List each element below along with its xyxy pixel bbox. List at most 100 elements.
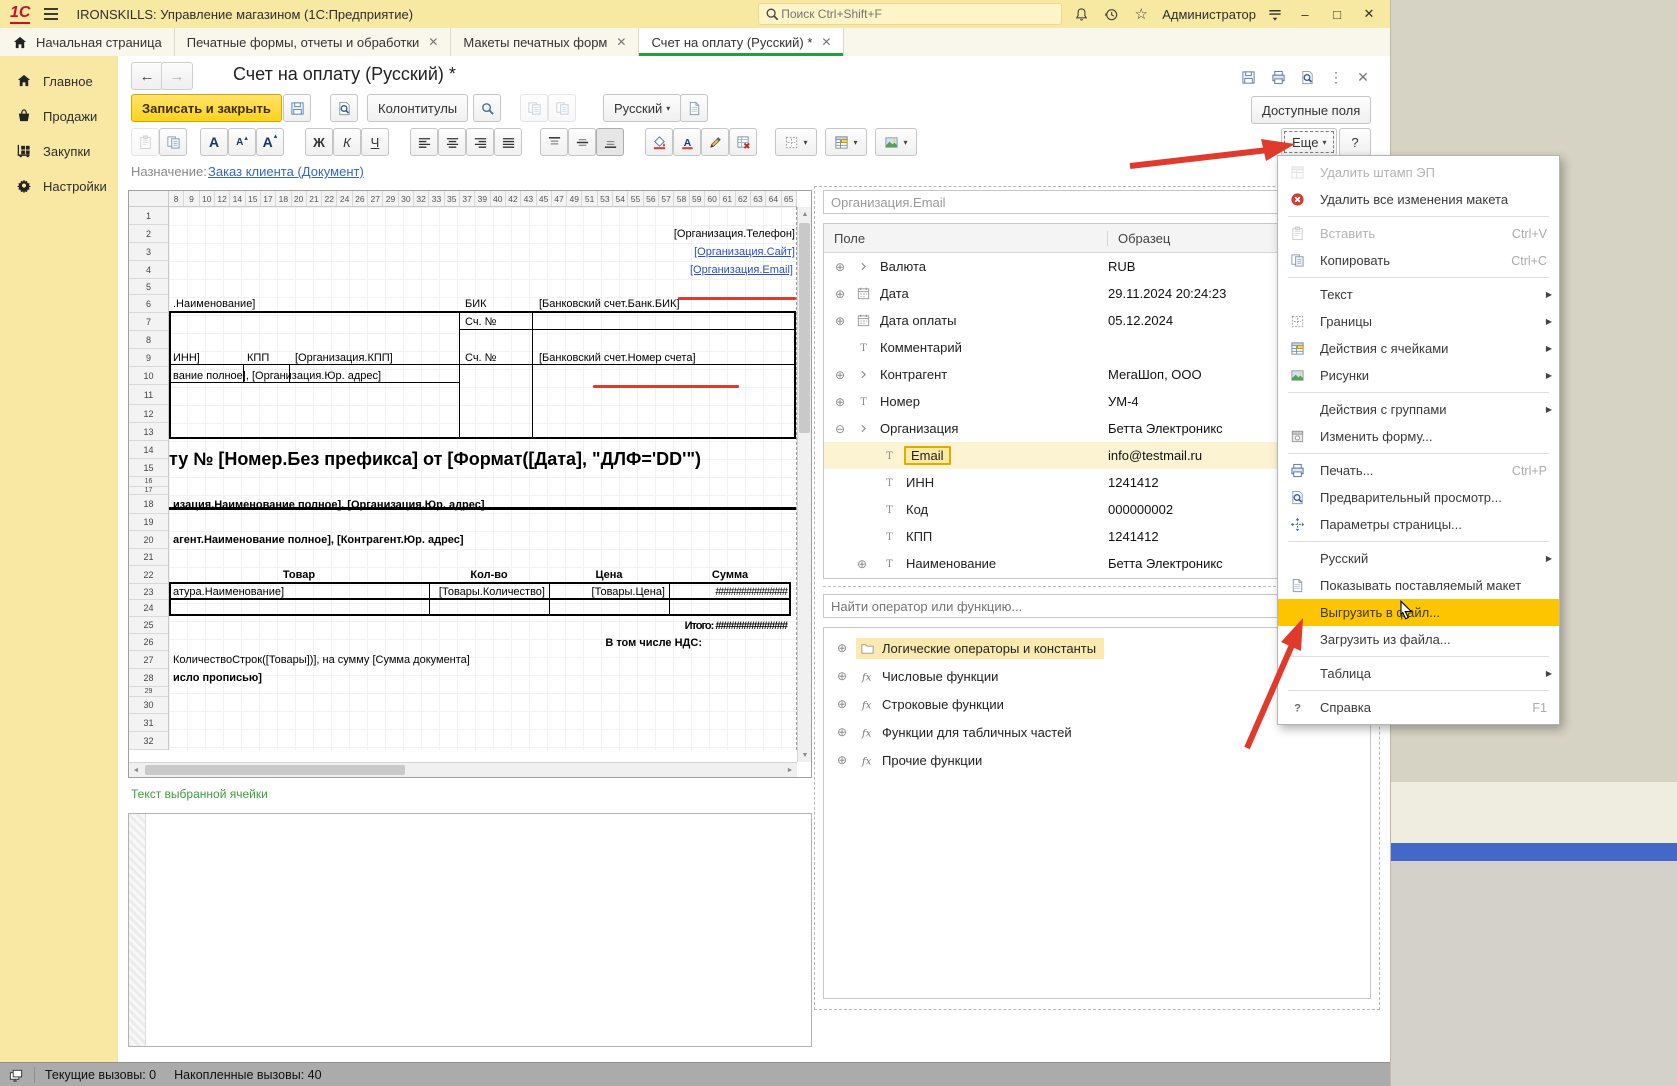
row-header[interactable]: 29: [129, 687, 168, 697]
row-header[interactable]: 28: [129, 669, 168, 687]
row-header[interactable]: 17: [129, 487, 168, 495]
global-search-input[interactable]: [779, 6, 1055, 22]
template-cell[interactable]: ##############: [669, 584, 787, 600]
bold-button[interactable]: Ж: [305, 128, 333, 156]
tab-2[interactable]: Макеты печатных форм✕: [451, 28, 639, 56]
expand-icon[interactable]: ⊕: [832, 368, 848, 382]
copy-special-button[interactable]: [548, 94, 576, 122]
horizontal-scrollbar[interactable]: ◄ ►: [129, 762, 797, 777]
column-headers[interactable]: 8910121415171820212224262729303233353739…: [169, 191, 797, 207]
sidebar-item-настройки[interactable]: Настройки: [0, 169, 118, 204]
menu-item[interactable]: Действия с ячейками▶: [1278, 335, 1559, 362]
menu-item[interactable]: Текст▶: [1278, 281, 1559, 308]
more-button[interactable]: Еще▾: [1281, 128, 1337, 156]
row-header[interactable]: 12: [129, 405, 168, 423]
row-header[interactable]: 3: [129, 243, 168, 261]
menu-item[interactable]: Изменить форму...: [1278, 423, 1559, 450]
window-close-button[interactable]: ✕: [1356, 4, 1382, 24]
menu-item[interactable]: Действия с группами▶: [1278, 396, 1559, 423]
tab-3[interactable]: Счет на оплату (Русский) *✕: [639, 28, 844, 56]
template-cell[interactable]: Итого: ##############: [685, 617, 787, 634]
row-header[interactable]: 24: [129, 600, 168, 617]
template-cell[interactable]: [Товары.Количество]: [429, 584, 545, 600]
menu-item[interactable]: Печать...Ctrl+P: [1278, 457, 1559, 484]
align-left-button[interactable]: [410, 128, 438, 156]
row-header[interactable]: 1: [129, 207, 168, 225]
expand-icon[interactable]: ⊕: [834, 669, 850, 683]
row-header[interactable]: 13: [129, 423, 168, 441]
align-right-button[interactable]: [466, 128, 494, 156]
tab-home[interactable]: Начальная страница: [0, 28, 175, 56]
row-header[interactable]: 5: [129, 279, 168, 295]
tab-close-icon[interactable]: ✕: [821, 35, 831, 49]
performance-icon[interactable]: [8, 1068, 24, 1083]
global-search[interactable]: [758, 3, 1062, 25]
row-header[interactable]: 16: [129, 477, 168, 487]
template-cell[interactable]: Сумма: [669, 566, 791, 584]
row-header[interactable]: 10: [129, 367, 168, 385]
row-header[interactable]: 11: [129, 385, 168, 405]
tab-close-icon[interactable]: ✕: [616, 35, 626, 49]
language-dropdown[interactable]: Русский▾: [603, 94, 681, 122]
menu-item[interactable]: Загрузить из файла...: [1278, 626, 1559, 653]
borders-dropdown[interactable]: ▾: [775, 128, 817, 156]
row-header[interactable]: 26: [129, 634, 168, 651]
menu-item[interactable]: Выгрузить в файл...: [1278, 599, 1559, 626]
align-center-button[interactable]: [438, 128, 466, 156]
cells-dropdown[interactable]: ▾: [825, 128, 867, 156]
template-cell[interactable]: Цена: [549, 566, 669, 584]
form-close-icon[interactable]: ✕: [1351, 67, 1375, 87]
row-header[interactable]: 7: [129, 313, 168, 331]
row-header[interactable]: 25: [129, 617, 168, 634]
row-header[interactable]: 18: [129, 495, 168, 514]
menu-item[interactable]: Русский▶: [1278, 545, 1559, 572]
menu-item[interactable]: ВставитьCtrl+V: [1278, 220, 1559, 247]
form-more-dots-icon[interactable]: ⋮: [1324, 67, 1348, 87]
row-headers[interactable]: 1234567891011121314151617181920212223242…: [129, 207, 169, 750]
template-cell[interactable]: .Наименование]: [173, 295, 255, 313]
user-menu-icon[interactable]: [1264, 3, 1286, 25]
template-cell[interactable]: [Организация.Телефон]: [674, 225, 795, 243]
scroll-right-icon[interactable]: ►: [783, 763, 797, 777]
notifications-bell-icon[interactable]: [1070, 3, 1092, 25]
font-color-button[interactable]: А: [673, 128, 701, 156]
form-preview-icon[interactable]: [1295, 67, 1319, 87]
find-button[interactable]: [473, 94, 501, 122]
menu-item[interactable]: ?СправкаF1: [1278, 694, 1559, 721]
menu-item[interactable]: Таблица▶: [1278, 660, 1559, 687]
tab-1[interactable]: Печатные формы, отчеты и обработки✕: [175, 28, 452, 56]
paste-special-button[interactable]: [520, 94, 548, 122]
sheet-cells[interactable]: [Организация.Телефон][Организация.Сайт][…: [169, 207, 797, 750]
menu-item[interactable]: Границы▶: [1278, 308, 1559, 335]
vertical-scroll-thumb[interactable]: [799, 223, 810, 433]
menu-item[interactable]: Предварительный просмотр...: [1278, 484, 1559, 511]
row-header[interactable]: 6: [129, 295, 168, 313]
form-save-icon[interactable]: [1236, 67, 1260, 87]
template-cell[interactable]: ту № [Номер.Без префикса] от [Формат([Да…: [169, 441, 701, 477]
main-menu-icon[interactable]: [44, 8, 58, 20]
picture-dropdown[interactable]: ▾: [875, 128, 917, 156]
template-cell[interactable]: Товар: [169, 566, 429, 584]
row-header[interactable]: 27: [129, 651, 168, 669]
template-cell[interactable]: КоличествоСтрок([Товары])], на сумму [Су…: [173, 651, 470, 669]
paste-button[interactable]: [131, 128, 159, 156]
row-header[interactable]: 15: [129, 459, 168, 477]
available-fields-button[interactable]: Доступные поля: [1251, 96, 1371, 124]
vertical-scrollbar[interactable]: ▲ ▼: [797, 207, 811, 762]
row-header[interactable]: 22: [129, 566, 168, 584]
horizontal-scroll-thumb[interactable]: [145, 765, 405, 775]
template-cell[interactable]: Сч. №: [465, 313, 496, 331]
template-cell[interactable]: В том числе НДС:: [605, 634, 702, 651]
scroll-up-icon[interactable]: ▲: [798, 207, 812, 221]
save-and-close-button[interactable]: Записать и закрыть: [131, 94, 282, 122]
font-button[interactable]: А: [200, 128, 228, 156]
draw-border-button[interactable]: [701, 128, 729, 156]
row-header[interactable]: 4: [129, 261, 168, 279]
template-cell[interactable]: изация.Наименование полное], [Организаци…: [173, 495, 485, 514]
preview-button[interactable]: [330, 94, 358, 122]
row-header[interactable]: 2: [129, 225, 168, 243]
expand-icon[interactable]: ⊕: [834, 641, 850, 655]
template-cell[interactable]: [Организация.Email]: [690, 261, 793, 279]
menu-item[interactable]: Параметры страницы...: [1278, 511, 1559, 538]
collapse-icon[interactable]: ⊖: [832, 422, 848, 436]
